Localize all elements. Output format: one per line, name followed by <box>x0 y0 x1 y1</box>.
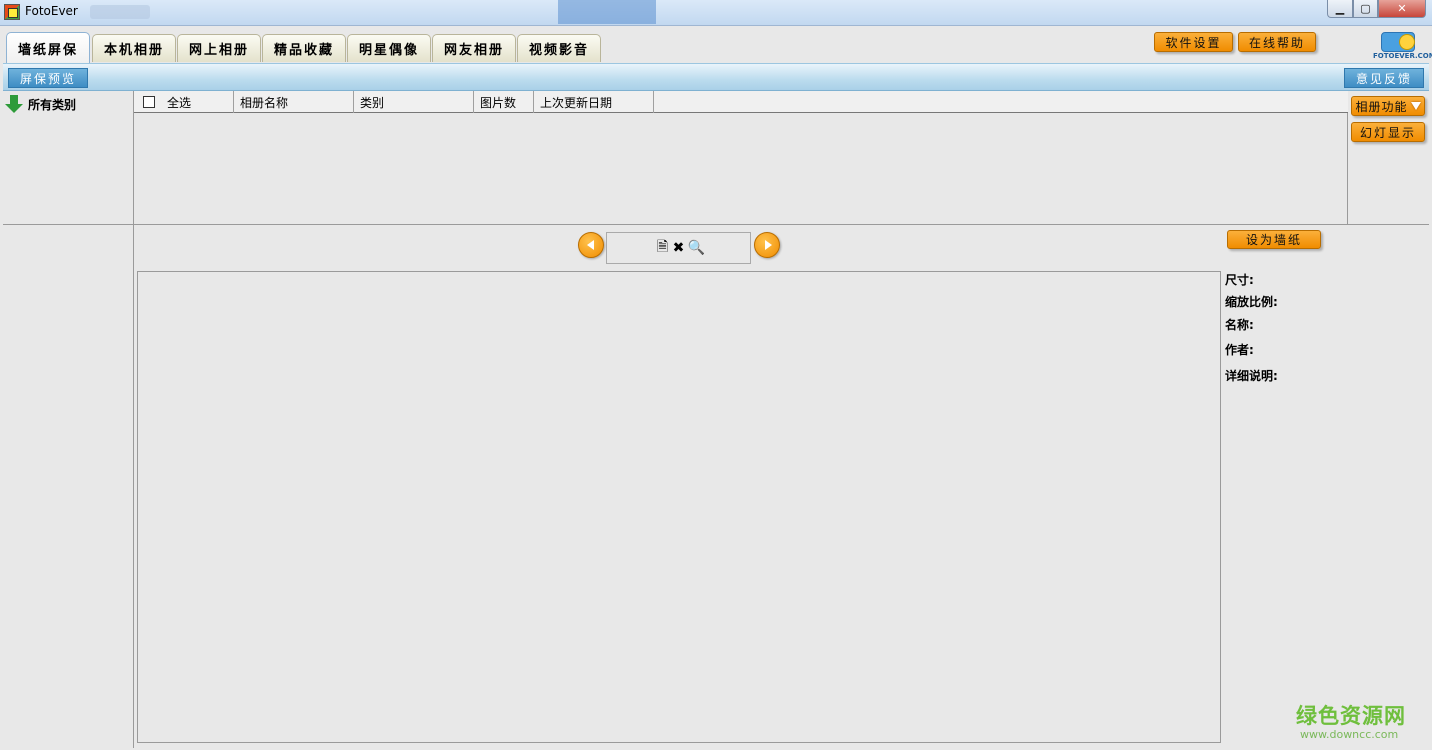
column-image-count[interactable]: 图片数 <box>474 91 534 113</box>
sub-toolbar: 屏保预览 意见反馈 <box>3 63 1429 91</box>
watermark-url: www.downcc.com <box>1300 728 1399 741</box>
online-help-button[interactable]: 在线帮助 <box>1238 32 1316 52</box>
dropdown-arrow-icon <box>1410 102 1421 110</box>
slideshow-button[interactable]: 幻灯显示 <box>1351 122 1425 142</box>
minimize-icon: ▁ <box>1335 2 1345 15</box>
info-size-label: 尺寸: <box>1225 273 1254 287</box>
arrow-right-icon <box>764 240 772 250</box>
select-all-checkbox[interactable] <box>143 96 155 108</box>
album-functions-button[interactable]: 相册功能 <box>1351 96 1425 116</box>
close-icon: ✕ <box>1397 2 1407 15</box>
category-sidebar: 所有类别 <box>3 91 134 748</box>
tab-user-albums[interactable]: 网友相册 <box>432 34 516 62</box>
tab-local-album[interactable]: 本机相册 <box>92 34 176 62</box>
album-side-panel: 相册功能 幻灯显示 <box>1348 91 1429 225</box>
set-wallpaper-button[interactable]: 设为墙纸 <box>1227 230 1321 249</box>
list-header: 全选 相册名称 类别 图片数 上次更新日期 <box>134 91 1348 113</box>
watermark-text: 绿色资源网 <box>1296 704 1406 728</box>
image-tools: 🗎 ✖ 🔍 <box>606 232 751 264</box>
category-all[interactable]: 所有类别 <box>5 95 76 113</box>
info-name-label: 名称: <box>1225 318 1254 332</box>
window-title: FotoEver <box>25 4 78 18</box>
feedback-button[interactable]: 意见反馈 <box>1344 68 1424 88</box>
maximize-icon: ▢ <box>1360 2 1371 15</box>
tab-bar: 墙纸屏保 本机相册 网上相册 精品收藏 明星偶像 网友相册 视频影音 软件设置 … <box>3 26 1432 63</box>
zoom-icon[interactable]: 🔍 <box>688 240 705 256</box>
album-functions-label: 相册功能 <box>1355 99 1408 114</box>
tab-featured[interactable]: 精品收藏 <box>262 34 346 62</box>
info-author-label: 作者: <box>1225 343 1254 357</box>
title-bar: FotoEver ▁ ▢ ✕ <box>0 0 1432 26</box>
document-icon[interactable]: 🗎 <box>656 236 670 260</box>
blurred-area <box>90 5 150 19</box>
maximize-button[interactable]: ▢ <box>1353 0 1378 18</box>
tab-online-album[interactable]: 网上相册 <box>177 34 261 62</box>
fotoever-logo[interactable]: FOTOEVER.COM <box>1373 30 1432 60</box>
category-label: 所有类别 <box>28 97 77 112</box>
image-viewer: 🗎 ✖ 🔍 设为墙纸 尺寸: 缩放比例: 名称: 作者: 详细说明: <box>134 226 1429 748</box>
column-label: 全选 <box>167 95 192 110</box>
arrow-left-icon <box>586 240 594 250</box>
screensaver-preview-button[interactable]: 屏保预览 <box>8 68 88 88</box>
app-icon <box>4 4 20 20</box>
delete-icon[interactable]: ✖ <box>672 240 686 256</box>
close-button[interactable]: ✕ <box>1378 0 1426 18</box>
column-category[interactable]: 类别 <box>354 91 474 113</box>
tab-video[interactable]: 视频影音 <box>517 34 601 62</box>
site-watermark: 绿色资源网 www.downcc.com <box>1296 700 1406 741</box>
next-button[interactable] <box>754 232 780 258</box>
image-preview-area <box>137 271 1221 743</box>
info-scale-label: 缩放比例: <box>1225 295 1278 309</box>
sidebar-divider <box>3 224 134 225</box>
column-album-name[interactable]: 相册名称 <box>234 91 354 113</box>
blurred-button <box>558 0 656 24</box>
column-last-updated[interactable]: 上次更新日期 <box>534 91 654 113</box>
album-list: 全选 相册名称 类别 图片数 上次更新日期 <box>134 91 1348 225</box>
info-details-label: 详细说明: <box>1225 369 1278 383</box>
tab-celebrities[interactable]: 明星偶像 <box>347 34 431 62</box>
minimize-button[interactable]: ▁ <box>1327 0 1353 18</box>
logo-text: FOTOEVER.COM <box>1373 52 1432 60</box>
previous-button[interactable] <box>578 232 604 258</box>
software-settings-button[interactable]: 软件设置 <box>1154 32 1233 52</box>
smiley-icon <box>1399 34 1415 50</box>
tab-wallpaper-screensaver[interactable]: 墙纸屏保 <box>6 32 90 63</box>
column-select-all[interactable]: 全选 <box>134 91 234 113</box>
expand-arrow-icon <box>5 95 23 113</box>
